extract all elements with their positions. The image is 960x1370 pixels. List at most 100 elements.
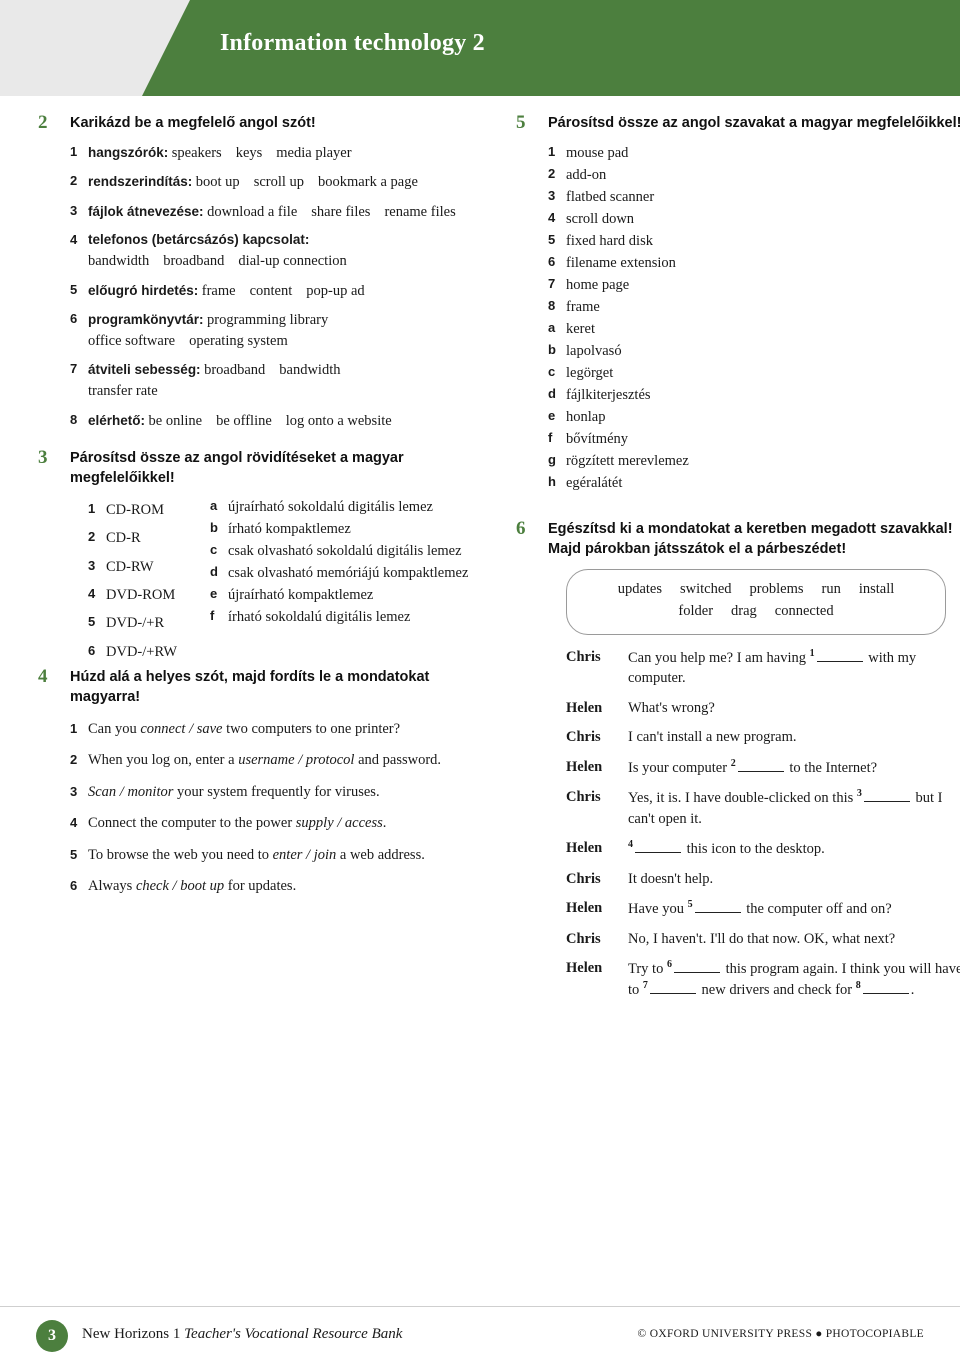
- exercise-2-item[interactable]: 8 elérhető: be online be offline log onto …: [70, 411, 490, 432]
- exercise-4-sentence[interactable]: 4 Connect the computer to the power suppl…: [70, 813, 490, 834]
- sentence-post: a web address.: [336, 846, 425, 863]
- option[interactable]: rename files: [384, 204, 455, 220]
- option[interactable]: broadband: [204, 362, 265, 378]
- option[interactable]: bandwidth: [279, 362, 340, 378]
- exercise-4-sentence[interactable]: 3 Scan / monitor your system frequently f…: [70, 782, 490, 803]
- option[interactable]: frame: [202, 283, 236, 299]
- answer-gap[interactable]: [737, 758, 784, 772]
- option[interactable]: download a file: [207, 204, 297, 220]
- match-left-item[interactable]: 6 filename extension: [548, 252, 708, 274]
- item-options[interactable]: boot up scroll up bookmark a page: [196, 174, 432, 190]
- option[interactable]: speakers: [172, 145, 222, 161]
- match-right-item[interactable]: b írható kompaktlemez: [210, 518, 490, 540]
- word-bank-word[interactable]: switched: [680, 581, 732, 597]
- match-left-item[interactable]: 2 CD-R: [88, 524, 198, 552]
- sentence-choice[interactable]: Scan / monitor: [88, 784, 173, 800]
- word-bank-word[interactable]: folder: [678, 603, 713, 619]
- option[interactable]: office software: [88, 333, 175, 349]
- option[interactable]: bookmark a page: [318, 174, 418, 190]
- match-left-item[interactable]: 4 scroll down: [548, 208, 708, 230]
- match-right-item[interactable]: d fájlkiterjesztés: [548, 384, 818, 406]
- option[interactable]: scroll up: [254, 174, 304, 190]
- match-right-item[interactable]: d csak olvasható memóriájú kompaktlemez: [210, 562, 490, 584]
- exercise-2-item[interactable]: 5 előugró hirdetés: frame content pop-up a…: [70, 281, 490, 302]
- exercise-4-sentence[interactable]: 1 Can you connect / save two computers to…: [70, 719, 490, 740]
- answer-gap[interactable]: [694, 900, 741, 914]
- option[interactable]: boot up: [196, 174, 240, 190]
- option[interactable]: programming library: [207, 312, 328, 328]
- option[interactable]: keys: [236, 145, 263, 161]
- item-options[interactable]: bandwidth broadband dial-up connection: [88, 253, 361, 269]
- word-bank-word[interactable]: connected: [775, 603, 834, 619]
- match-right-item[interactable]: f bővítmény: [548, 428, 818, 450]
- match-right-item[interactable]: c legörget: [548, 362, 818, 384]
- match-left-item[interactable]: 5 DVD-/+R: [88, 609, 198, 637]
- item-options[interactable]: frame content pop-up ad: [202, 283, 379, 299]
- match-left-item[interactable]: 5 fixed hard disk: [548, 230, 708, 252]
- answer-gap[interactable]: [673, 960, 720, 974]
- option[interactable]: share files: [311, 204, 370, 220]
- item-options[interactable]: speakers keys media player: [172, 145, 366, 161]
- answer-gap[interactable]: [816, 648, 863, 662]
- item-key: d: [210, 564, 218, 580]
- option[interactable]: be offline: [216, 413, 272, 429]
- item-number: 6: [70, 311, 78, 327]
- match-right-item[interactable]: b lapolvasó: [548, 340, 818, 362]
- match-left-item[interactable]: 7 home page: [548, 274, 708, 296]
- sentence-choice[interactable]: connect / save: [140, 721, 222, 737]
- sentence-choice[interactable]: check / boot up: [136, 878, 224, 894]
- match-right-item[interactable]: c csak olvasható sokoldalú digitális leme…: [210, 540, 490, 562]
- option[interactable]: dial-up connection: [238, 253, 346, 269]
- exercise-2-item[interactable]: 4 telefonos (betárcsázós) kapcsolat: ban…: [70, 231, 490, 271]
- exercise-4-sentence[interactable]: 5 To browse the web you need to enter / j…: [70, 845, 490, 866]
- match-right-item[interactable]: a keret: [548, 318, 818, 340]
- sentence-choice[interactable]: username / protocol: [238, 752, 354, 768]
- option[interactable]: transfer rate: [88, 383, 158, 399]
- match-right-item[interactable]: h egéralátét: [548, 472, 818, 494]
- option[interactable]: content: [250, 283, 293, 299]
- match-left-item[interactable]: 3 CD-RW: [88, 553, 198, 581]
- exercise-2-item[interactable]: 7 átviteli sebesség: broadband bandwidth …: [70, 360, 490, 401]
- dialogue-text: It doesn't help.: [628, 870, 714, 887]
- match-right-item[interactable]: e honlap: [548, 406, 818, 428]
- item-options[interactable]: download a file share files rename files: [207, 204, 470, 220]
- match-right-item[interactable]: a újraírható sokoldalú digitális lemez: [210, 496, 490, 518]
- match-left-item[interactable]: 3 flatbed scanner: [548, 186, 708, 208]
- sentence-choice[interactable]: enter / join: [273, 847, 337, 863]
- exercise-4-sentence[interactable]: 2 When you log on, enter a username / pro…: [70, 750, 490, 771]
- exercise-2-item[interactable]: 2 rendszerindítás: boot up scroll up bookm…: [70, 172, 490, 193]
- word-bank-word[interactable]: drag: [731, 603, 757, 619]
- match-right-item[interactable]: g rögzített merevlemez: [548, 450, 818, 472]
- answer-gap[interactable]: [863, 789, 910, 803]
- exercise-2-item[interactable]: 3 fájlok átnevezése: download a file shar…: [70, 202, 490, 223]
- exercise-2-item[interactable]: 1 hangszórók: speakers keys media player: [70, 143, 490, 164]
- answer-gap[interactable]: [635, 840, 681, 854]
- dialogue-text: Yes, it is. I have double-clicked on thi…: [628, 788, 943, 826]
- answer-gap[interactable]: [649, 981, 696, 995]
- match-left-item[interactable]: 4 DVD-ROM: [88, 581, 198, 609]
- exercise-2-item[interactable]: 6 programkönyvtár: programming library o…: [70, 310, 490, 351]
- answer-gap[interactable]: [862, 981, 909, 995]
- match-left-item[interactable]: 2 add-on: [548, 164, 708, 186]
- word-bank-word[interactable]: problems: [750, 581, 804, 597]
- option[interactable]: be online: [149, 413, 203, 429]
- option[interactable]: log onto a website: [286, 413, 392, 429]
- item-options[interactable]: be online be offline log onto a website: [149, 413, 406, 429]
- exercise-3: 3 Párosítsd össze az angol rövidítéseket…: [38, 447, 490, 659]
- word-bank-word[interactable]: install: [859, 581, 894, 597]
- match-right-item[interactable]: f írható sokoldalú digitális lemez: [210, 606, 490, 628]
- match-left-item[interactable]: 1 CD-ROM: [88, 496, 198, 524]
- option[interactable]: broadband: [163, 253, 224, 269]
- match-left-item[interactable]: 1 mouse pad: [548, 142, 708, 164]
- match-left-item[interactable]: 8 frame: [548, 296, 708, 318]
- match-right-item[interactable]: e újraírható kompaktlemez: [210, 584, 490, 606]
- exercise-4-sentence[interactable]: 6 Always check / boot up for updates.: [70, 876, 490, 897]
- option[interactable]: pop-up ad: [306, 283, 364, 299]
- match-left-item[interactable]: 6 DVD-/+RW: [88, 638, 198, 666]
- option[interactable]: operating system: [189, 333, 288, 349]
- sentence-choice[interactable]: supply / access: [296, 815, 383, 831]
- option[interactable]: bandwidth: [88, 253, 149, 269]
- word-bank-word[interactable]: run: [822, 581, 841, 597]
- option[interactable]: media player: [276, 145, 351, 161]
- word-bank-word[interactable]: updates: [618, 581, 662, 597]
